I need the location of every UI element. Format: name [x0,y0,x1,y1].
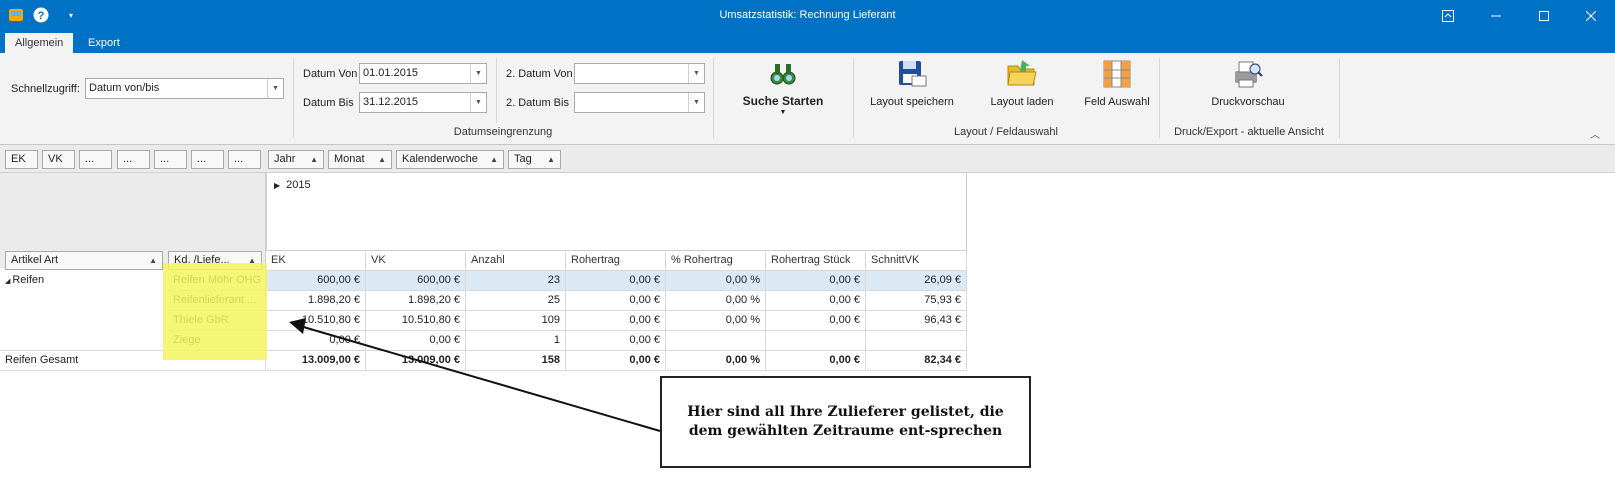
app-window: ? ▾ Umsatzstatistik: Rechnung Lieferant … [0,0,1615,480]
annotation-callout: Hier sind all Ihre Zulieferer gelistet, … [660,376,1031,468]
